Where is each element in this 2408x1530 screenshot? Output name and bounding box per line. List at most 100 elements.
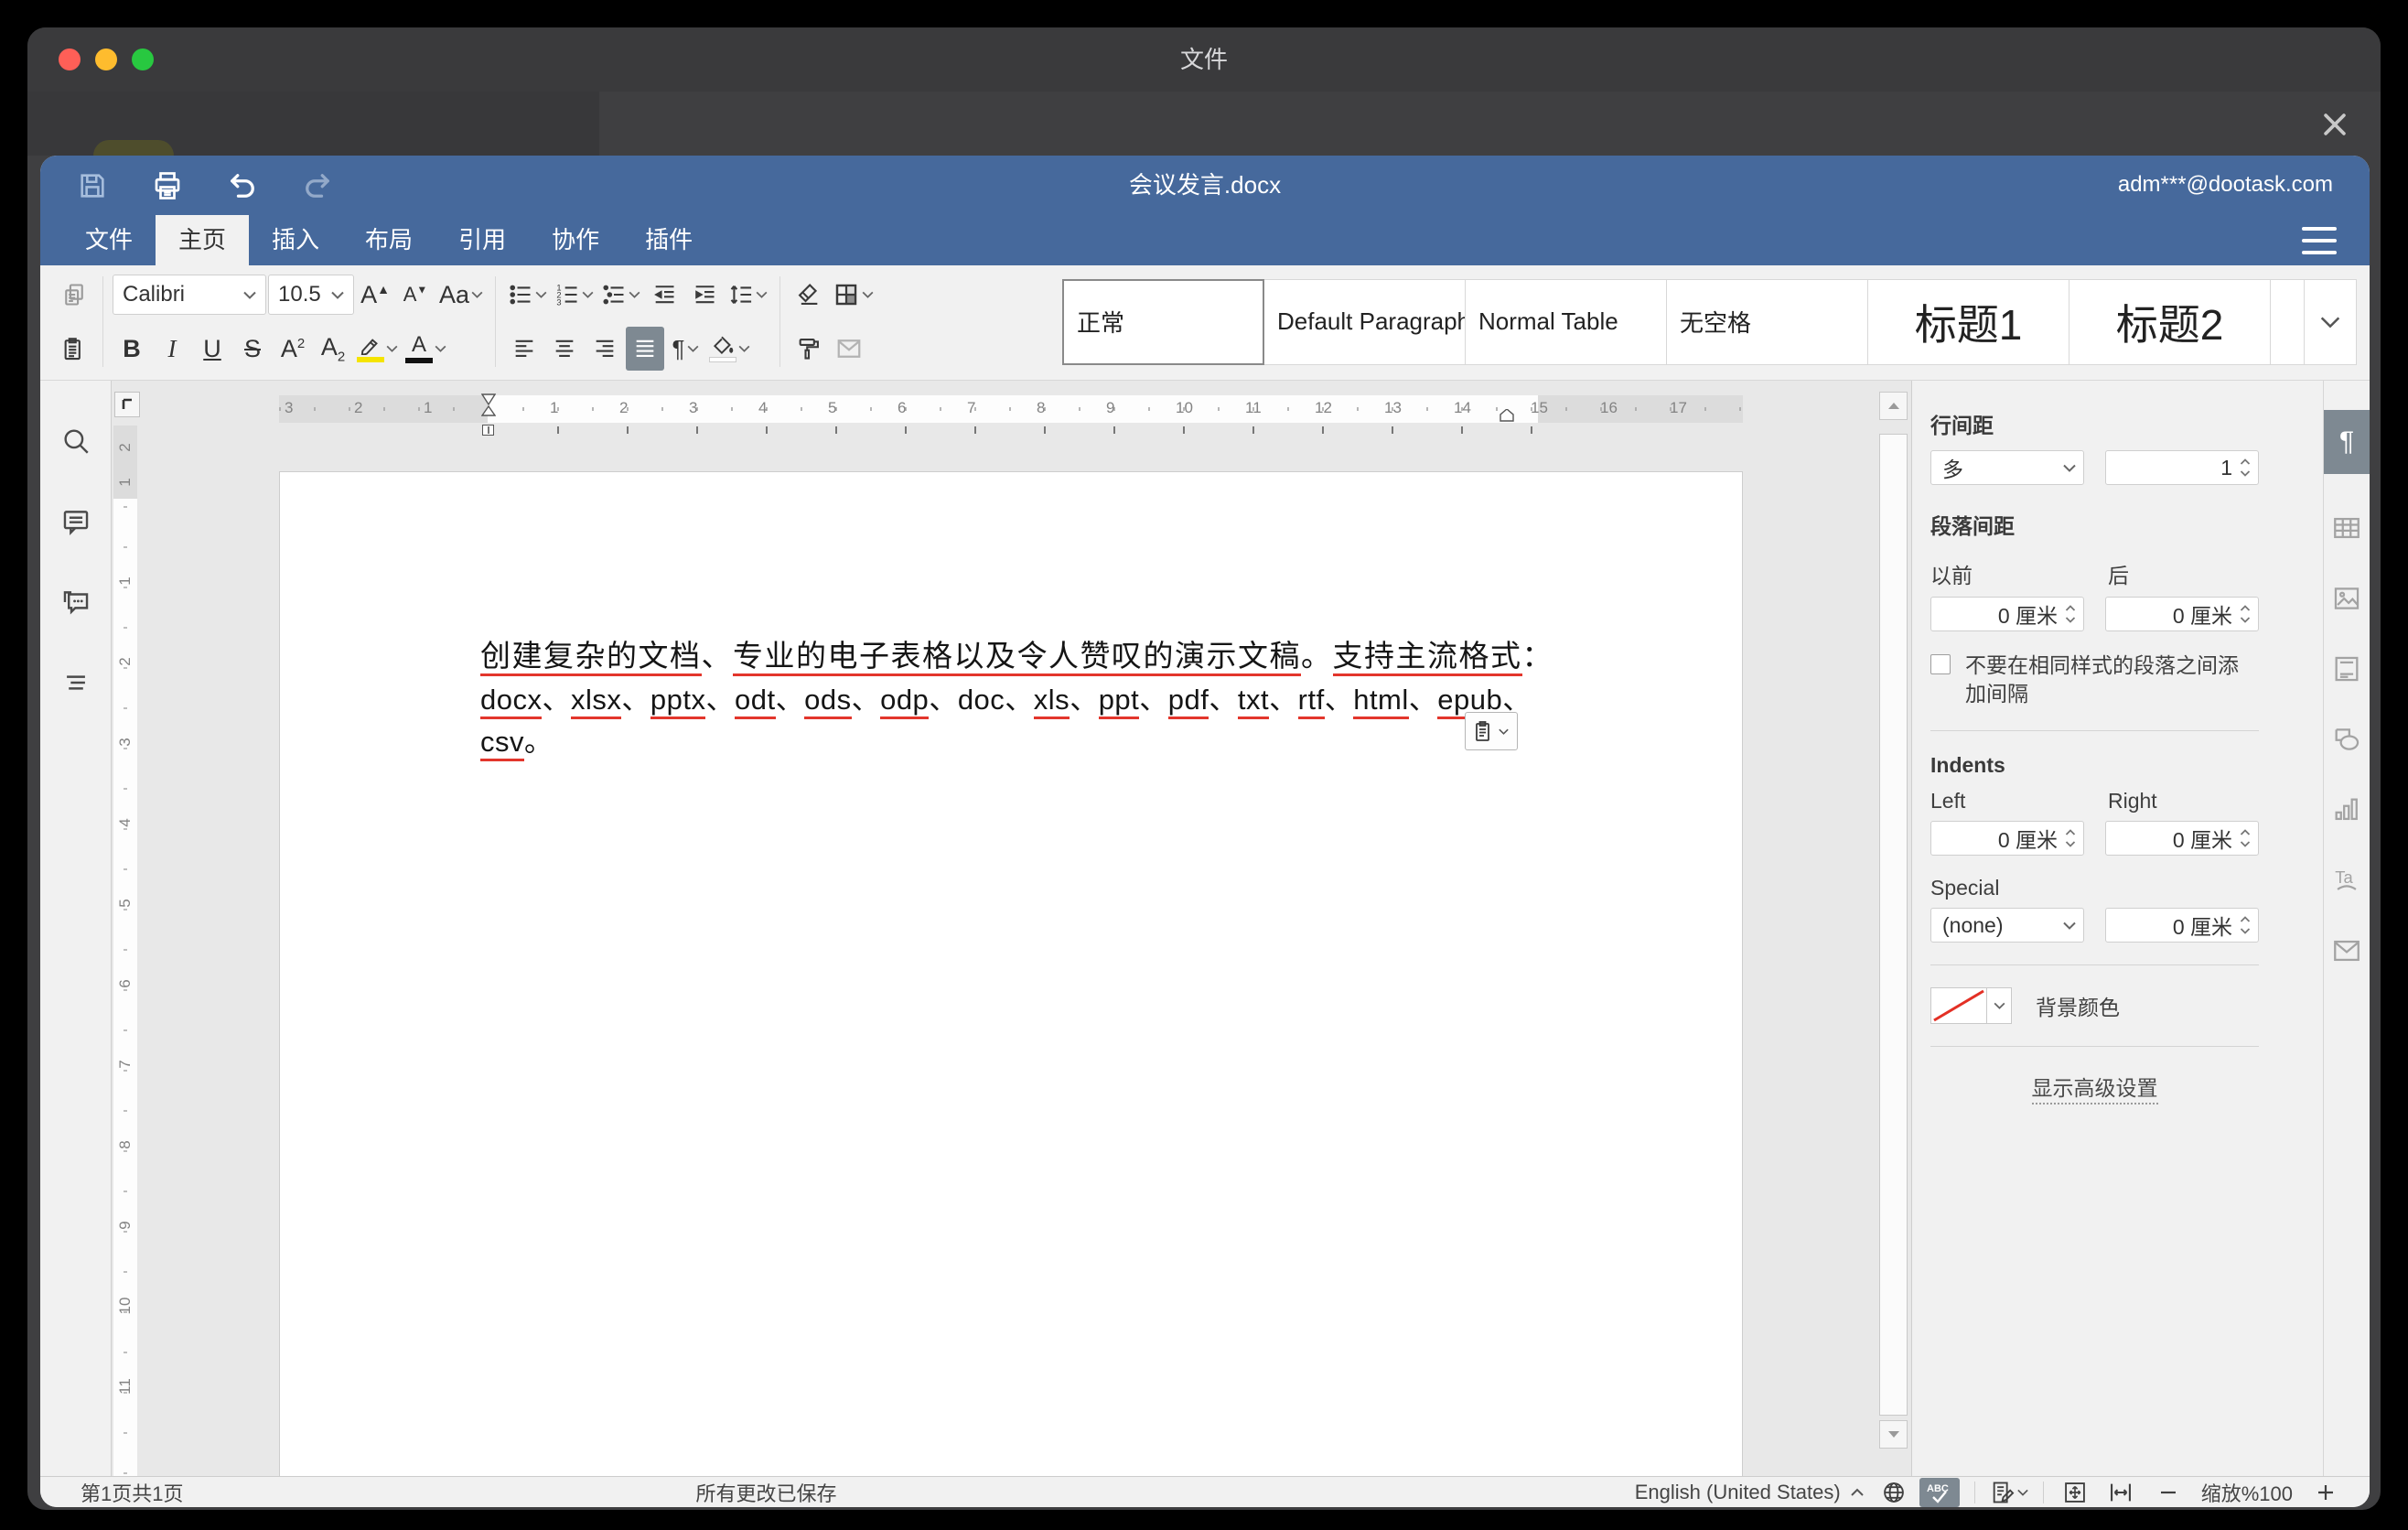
fit-width-button[interactable] [2104, 1478, 2137, 1507]
styles-expand-button[interactable] [2304, 279, 2357, 365]
ribbon-tab-3[interactable]: 布局 [342, 215, 435, 265]
italic-button[interactable]: I [153, 327, 191, 371]
table-borders-button[interactable] [830, 273, 876, 317]
paste-button[interactable] [55, 327, 93, 371]
paragraph-settings-panel: 行间距 多 1 段落间距 以前后 0 厘米 [1911, 381, 2323, 1476]
nonprinting-chars-button[interactable]: ¶ [666, 327, 704, 371]
spacing-before-spinner[interactable]: 0 厘米 [1930, 597, 2084, 631]
same-style-checkbox-row[interactable]: 不要在相同样式的段落之间添加间隔 [1930, 652, 2259, 708]
style-item-1[interactable]: Default Paragraph [1263, 279, 1466, 365]
same-style-checkbox[interactable] [1930, 654, 1951, 674]
zoom-out-button[interactable] [2152, 1478, 2185, 1507]
mail-merge-button[interactable] [830, 327, 868, 371]
right-indent-marker[interactable] [1500, 409, 1514, 422]
line-spacing-spinner[interactable]: 1 [2105, 450, 2259, 485]
vertical-scrollbar[interactable] [1876, 392, 1911, 1476]
chart-settings-tab[interactable] [2330, 793, 2363, 826]
style-item-5[interactable]: 标题2 [2069, 279, 2271, 365]
font-color-button[interactable]: A [403, 327, 449, 371]
scroll-up-button[interactable] [1879, 392, 1908, 420]
comments-button[interactable] [56, 501, 96, 542]
indent-right-spinner[interactable]: 0 厘米 [2105, 821, 2259, 856]
tab-selector[interactable] [114, 392, 140, 417]
line-spacing-select[interactable]: 多 [1930, 450, 2084, 485]
format-painter-button[interactable] [790, 327, 828, 371]
subscript-button[interactable]: A2 [314, 327, 352, 371]
numbered-list-button[interactable]: 123 [552, 273, 597, 317]
background-color-picker[interactable] [1930, 987, 2012, 1024]
ribbon-tab-6[interactable]: 插件 [622, 215, 715, 265]
spellcheck-button[interactable]: ABC [1919, 1478, 1960, 1507]
bold-button[interactable]: B [113, 327, 151, 371]
line-spacing-button[interactable] [726, 273, 770, 317]
text-run: 、 [705, 684, 735, 716]
menu-button[interactable] [2302, 227, 2337, 254]
superscript-button[interactable]: A2 [274, 327, 312, 371]
ribbon-tab-1[interactable]: 主页 [156, 215, 249, 265]
underline-button[interactable]: U [193, 327, 231, 371]
scrollbar-thumb[interactable] [1879, 434, 1908, 1416]
track-changes-button[interactable] [1990, 1478, 2028, 1507]
zoom-in-button[interactable] [2309, 1478, 2342, 1507]
increase-indent-button[interactable] [685, 273, 724, 317]
document-text[interactable]: 创建复杂的文档、专业的电子表格以及令人赞叹的演示文稿。支持主流格式： docx、… [480, 635, 1587, 763]
copy-button[interactable] [55, 273, 93, 317]
ribbon-tab-4[interactable]: 引用 [435, 215, 529, 265]
chat-button[interactable] [56, 582, 96, 622]
chevron-up-icon[interactable] [1850, 1488, 1865, 1497]
paragraph-shading-button[interactable] [706, 327, 753, 371]
ribbon-tab-0[interactable]: 文件 [62, 215, 156, 265]
increase-font-button[interactable]: A▲ [356, 273, 394, 317]
style-item-0[interactable]: 正常 [1062, 279, 1264, 365]
headerfooter-settings-tab[interactable] [2330, 652, 2363, 685]
mailmerge-settings-tab[interactable] [2330, 934, 2363, 967]
special-indent-select[interactable]: (none) [1930, 908, 2084, 943]
table-settings-tab[interactable] [2330, 512, 2363, 544]
highlight-color-button[interactable] [354, 327, 401, 371]
align-center-button[interactable] [545, 327, 584, 371]
image-settings-tab[interactable] [2330, 582, 2363, 615]
style-item-2[interactable]: Normal Table [1465, 279, 1667, 365]
align-right-button[interactable] [586, 327, 624, 371]
indent-left-spinner[interactable]: 0 厘米 [1930, 821, 2084, 856]
advanced-settings-link[interactable]: 显示高级设置 [2032, 1076, 2158, 1104]
style-item-partial[interactable] [2270, 279, 2305, 365]
style-item-3[interactable]: 无空格 [1666, 279, 1868, 365]
decrease-font-button[interactable]: A▼ [396, 273, 435, 317]
color-dropdown[interactable] [1987, 987, 2012, 1024]
left-indent-marker[interactable] [481, 393, 496, 423]
bullet-list-button[interactable] [505, 273, 550, 317]
page[interactable]: 创建复杂的文档、专业的电子表格以及令人赞叹的演示文稿。支持主流格式： docx、… [279, 471, 1743, 1476]
vertical-ruler[interactable]: 21 1234567891011 [113, 426, 137, 1476]
font-name-select[interactable]: Calibri [113, 275, 266, 315]
document-area[interactable]: 321 1234567891011121314 151617 21 123456… [112, 381, 1911, 1476]
spacing-after-spinner[interactable]: 0 厘米 [2105, 597, 2259, 631]
set-language-button[interactable] [1877, 1478, 1910, 1507]
navigation-button[interactable] [56, 663, 96, 703]
special-indent-spinner[interactable]: 0 厘米 [2105, 908, 2259, 943]
spellcheck-icon: ABC [1926, 1481, 1953, 1504]
close-editor-button[interactable] [2315, 104, 2355, 145]
clear-style-button[interactable] [790, 273, 828, 317]
horizontal-ruler[interactable]: 321 1234567891011121314 151617 [279, 395, 1743, 423]
multilevel-list-button[interactable] [598, 273, 643, 317]
fit-page-button[interactable] [2059, 1478, 2091, 1507]
ribbon-tab-2[interactable]: 插入 [249, 215, 342, 265]
scroll-down-button[interactable] [1879, 1420, 1908, 1449]
ribbon-tab-5[interactable]: 协作 [529, 215, 622, 265]
font-size-select[interactable]: 10.5 [268, 275, 354, 315]
textart-settings-tab[interactable]: Ta [2330, 864, 2363, 897]
search-button[interactable] [56, 421, 96, 461]
align-left-button[interactable] [505, 327, 543, 371]
strikethrough-button[interactable]: S [233, 327, 272, 371]
align-justify-button[interactable] [626, 327, 664, 371]
decrease-indent-button[interactable] [645, 273, 683, 317]
shape-settings-tab[interactable] [2330, 723, 2363, 756]
paragraph-settings-tab[interactable]: ¶ [2324, 410, 2370, 474]
page-indicator[interactable]: 第1页共1页 [81, 1478, 183, 1507]
paste-options-button[interactable] [1465, 712, 1518, 750]
style-item-4[interactable]: 标题1 [1867, 279, 2069, 365]
change-case-button[interactable]: Aa [436, 273, 486, 317]
language-selector[interactable]: English (United States) [1635, 1481, 1841, 1504]
chevron-down-icon [756, 291, 768, 298]
